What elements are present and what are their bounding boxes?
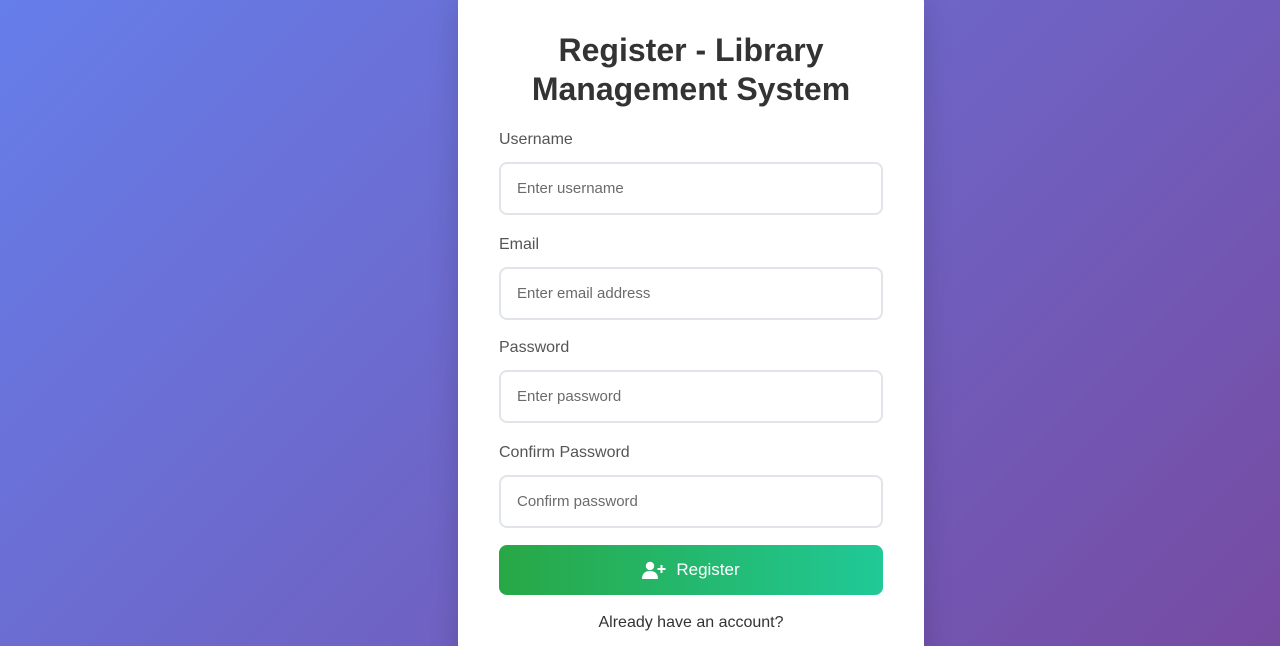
page-title: Register - Library Management System [531,32,851,107]
email-group: Email [499,235,883,320]
register-button-label: Register [676,560,740,579]
username-input[interactable] [499,162,883,215]
register-card: Register - Library Management System Use… [458,0,924,646]
confirm-password-input[interactable] [499,475,883,528]
confirm-password-label: Confirm Password [499,444,630,461]
password-input[interactable] [499,370,883,423]
email-label: Email [499,236,540,253]
password-label: Password [499,339,570,356]
password-group: Password [499,338,883,423]
register-button[interactable]: Register [499,545,883,595]
username-group: Username [499,130,883,215]
login-prompt[interactable]: Already have an account? [499,613,883,633]
email-input[interactable] [499,267,883,320]
user-plus-icon [642,561,666,579]
confirm-password-group: Confirm Password [499,443,883,528]
username-label: Username [499,131,573,148]
